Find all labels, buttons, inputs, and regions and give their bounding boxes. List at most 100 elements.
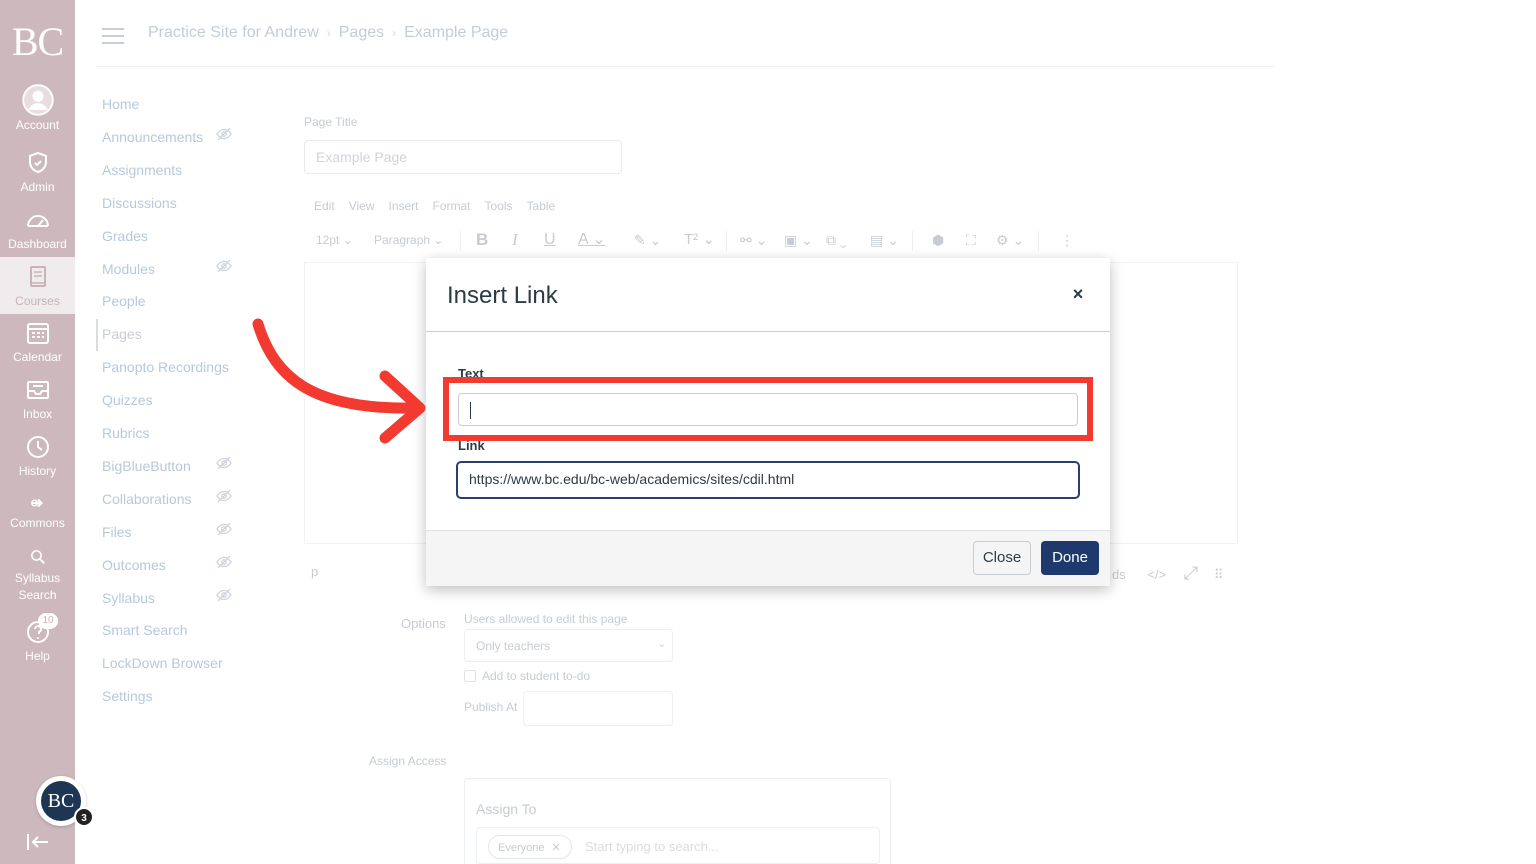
course-nav-item-lockdown-browser[interactable]: LockDown Browser: [102, 655, 223, 671]
menu-tools[interactable]: Tools: [485, 199, 513, 213]
course-nav-label: Quizzes: [102, 392, 153, 409]
users-allowed-select[interactable]: Only teachers ⌄: [464, 629, 673, 662]
menu-insert[interactable]: Insert: [388, 199, 418, 213]
course-nav-label: Assignments: [102, 161, 183, 178]
fullscreen-icon[interactable]: ⤢: [1184, 563, 1198, 583]
course-nav-item-people[interactable]: People: [102, 293, 146, 309]
hamburger-menu-icon[interactable]: [101, 28, 125, 44]
block-format-select[interactable]: Paragraph ⌄: [374, 231, 443, 249]
text-color-icon[interactable]: A ⌄: [578, 231, 606, 249]
nav-commons[interactable]: Commons: [0, 494, 75, 530]
bc-logo[interactable]: BC: [0, 18, 75, 65]
nav-dashboard[interactable]: Dashboard: [0, 207, 75, 251]
html-toggle-icon[interactable]: </>: [1147, 567, 1166, 582]
close-button[interactable]: Close: [973, 541, 1031, 575]
shield-icon: [28, 151, 47, 174]
link-icon[interactable]: ⚯ ⌄: [740, 231, 767, 249]
nav-calendar-label: Calendar: [13, 350, 62, 364]
course-nav-item-collaborations[interactable]: Collaborations: [102, 489, 232, 507]
highlight-color-icon[interactable]: ✎ ⌄: [634, 231, 661, 249]
resize-handle-icon[interactable]: ⠿: [1214, 567, 1224, 582]
header-divider: [96, 66, 1274, 67]
eye-slash-icon: [216, 554, 232, 570]
toolbar-divider: [912, 231, 913, 251]
course-nav-label: LockDown Browser: [102, 655, 223, 672]
breadcrumb-current: Example Page: [404, 24, 509, 41]
assignee-chip[interactable]: Everyone ✕: [488, 835, 572, 859]
course-nav-label: People: [102, 293, 146, 310]
menu-table[interactable]: Table: [527, 199, 556, 213]
editor-statusbar-right: ds </> ⤢ ⠿: [1112, 563, 1223, 584]
course-nav-item-syllabus[interactable]: Syllabus: [102, 588, 232, 606]
font-size-select[interactable]: 12pt ⌄: [316, 231, 353, 249]
course-nav-item-files[interactable]: Files: [102, 522, 232, 540]
media-icon[interactable]: ⧉ ⌄: [826, 231, 847, 249]
remove-chip-icon[interactable]: ✕: [552, 842, 561, 854]
nav-syllabus-search[interactable]: Syllabus Search: [0, 547, 75, 602]
nav-account[interactable]: Account: [0, 84, 75, 132]
search-icon: [30, 550, 45, 564]
menu-view[interactable]: View: [349, 199, 375, 213]
course-nav-item-settings[interactable]: Settings: [102, 688, 153, 704]
course-nav-label: Files: [102, 523, 132, 540]
bold-icon[interactable]: B: [476, 231, 488, 249]
eye-slash-icon: [216, 587, 232, 603]
course-nav-label: Collaborations: [102, 490, 192, 507]
course-nav-item-assignments[interactable]: Assignments: [102, 162, 182, 178]
link-url-input[interactable]: https://www.bc.edu/bc-web/academics/site…: [456, 461, 1080, 499]
course-nav-item-quizzes[interactable]: Quizzes: [102, 392, 153, 408]
menu-edit[interactable]: Edit: [314, 199, 335, 213]
breadcrumb-course[interactable]: Practice Site for Andrew: [148, 24, 319, 42]
document-icon[interactable]: ▤ ⌄: [870, 231, 899, 249]
course-nav-item-panopto-recordings[interactable]: Panopto Recordings: [102, 359, 229, 375]
editor-status-path[interactable]: p: [311, 564, 318, 579]
course-nav-item-pages[interactable]: Pages: [102, 326, 142, 342]
page-title-label: Page Title: [304, 115, 358, 129]
course-nav-label: Home: [102, 96, 140, 112]
toolbar-divider: [460, 231, 461, 251]
nav-inbox-label: Inbox: [22, 407, 53, 421]
italic-icon[interactable]: I: [512, 231, 518, 249]
course-nav-label: Modules: [102, 260, 155, 277]
apps-icon[interactable]: ⬢: [932, 231, 944, 249]
toolbar-divider: [726, 231, 727, 251]
canvas-app: BC Account Admin Dashboard Courses Calen…: [0, 0, 1536, 864]
done-button[interactable]: Done: [1041, 541, 1099, 575]
more-options-icon[interactable]: ⋮: [1060, 231, 1074, 249]
nav-admin[interactable]: Admin: [0, 150, 75, 194]
eye-slash-icon: [216, 258, 232, 274]
nav-courses[interactable]: Courses: [0, 257, 75, 314]
assign-access-label: Assign Access: [369, 754, 447, 768]
superscript-icon[interactable]: T² ⌄: [684, 231, 715, 249]
crop-icon[interactable]: ⛶: [966, 231, 976, 249]
publish-at-input[interactable]: [523, 691, 673, 726]
course-nav-item-grades[interactable]: Grades: [102, 228, 148, 244]
nav-history[interactable]: History: [0, 434, 75, 478]
calendar-icon: [26, 323, 49, 344]
course-nav-item-discussions[interactable]: Discussions: [102, 195, 177, 211]
course-nav-item-modules[interactable]: Modules: [102, 259, 232, 277]
image-icon[interactable]: ▣ ⌄: [784, 231, 813, 249]
collapse-nav-icon[interactable]: [26, 832, 50, 852]
course-nav-item-outcomes[interactable]: Outcomes: [102, 555, 232, 573]
course-nav-label: Panopto Recordings: [102, 359, 229, 376]
equation-icon[interactable]: ⚙ ⌄: [996, 231, 1024, 249]
nav-inbox[interactable]: Inbox: [0, 377, 75, 421]
close-icon[interactable]: ×: [1066, 282, 1090, 306]
underline-icon[interactable]: U: [544, 231, 556, 249]
course-nav-item-smart-search[interactable]: Smart Search: [102, 622, 188, 638]
course-nav-item-rubrics[interactable]: Rubrics: [102, 425, 149, 441]
breadcrumb-pages[interactable]: Pages: [339, 24, 384, 42]
nav-calendar[interactable]: Calendar: [0, 320, 75, 364]
assign-to-label: Assign To: [476, 801, 537, 817]
word-count[interactable]: ds: [1112, 567, 1126, 582]
student-todo-checkbox[interactable]: [464, 670, 476, 682]
course-nav-label: Smart Search: [102, 622, 188, 639]
page-title-input[interactable]: Example Page: [304, 140, 622, 174]
course-nav-item-bigbluebutton[interactable]: BigBlueButton: [102, 456, 232, 474]
nav-help[interactable]: Help: [0, 619, 75, 663]
course-nav-item-home[interactable]: Home: [102, 96, 139, 112]
course-nav-label: Discussions: [102, 194, 177, 211]
menu-format[interactable]: Format: [433, 199, 471, 213]
course-nav-item-announcements[interactable]: Announcements: [102, 127, 232, 145]
